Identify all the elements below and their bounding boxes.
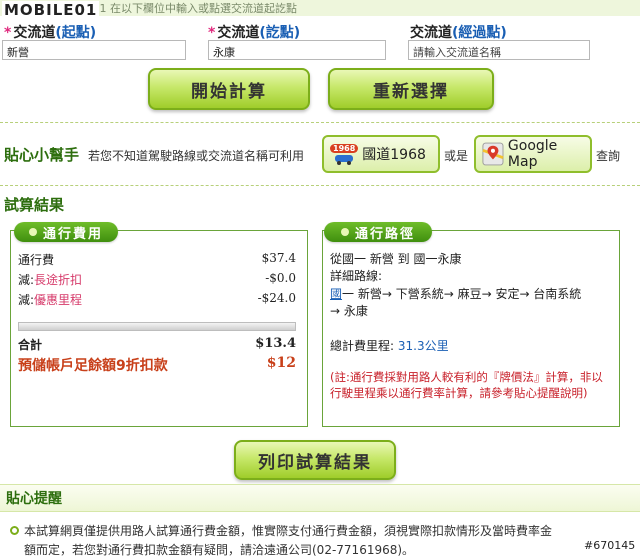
- results-title: 試算結果: [4, 196, 65, 214]
- fee-row-long-distance: 減:長途折扣: [18, 273, 83, 287]
- bullet-icon: [10, 526, 19, 535]
- helper-title: 貼心小幫手: [4, 146, 80, 164]
- guodao-1968-button[interactable]: 1968 國道1968: [322, 135, 440, 173]
- tips-title: 貼心提醒: [6, 491, 62, 507]
- tips-header-bar: [0, 484, 640, 512]
- fee-row-toll: 通行費: [18, 253, 55, 267]
- google-maps-icon: [482, 142, 504, 166]
- end-field-label: * 交流道(訖點): [208, 25, 301, 41]
- start-interchange-input[interactable]: 新營: [2, 40, 186, 60]
- route-from-to: 從國一 新營 到 國一永康: [330, 252, 462, 266]
- google-map-button[interactable]: Google Map: [474, 135, 592, 173]
- route-line-1: 國一 新營→ 下營系統→ 麻豆→ 安定→ 台南系統: [330, 287, 582, 301]
- car-badge-icon: 1968: [330, 143, 359, 165]
- mobile01-logo: MOBILE01: [2, 1, 100, 19]
- helper-query-text: 查詢: [596, 149, 621, 163]
- fee-row-free-mileage: 減:優惠里程: [18, 293, 83, 307]
- fee-row-toll-value: $37.4: [261, 251, 296, 265]
- calculate-button[interactable]: 開始計算: [148, 68, 310, 110]
- watermark-id: #670145: [584, 539, 636, 552]
- divider: [0, 185, 640, 186]
- print-result-button[interactable]: 列印試算結果: [234, 440, 396, 480]
- etc-discount-label: 預儲帳戶足餘額9折扣款: [18, 358, 168, 374]
- helper-or-text: 或是: [444, 149, 469, 163]
- etc-discount-value: $12: [266, 355, 296, 371]
- route-panel-tab: 通行路徑: [324, 222, 432, 242]
- fee-panel-tab: 通行費用: [14, 222, 118, 242]
- reset-button[interactable]: 重新選擇: [328, 68, 494, 110]
- via-interchange-input[interactable]: 請輸入交流道名稱: [408, 40, 590, 60]
- route-line-2: → 永康: [330, 304, 368, 318]
- step-instruction-text: 步驟 1 在以下欄位中輸入或點選交流道起訖點: [74, 2, 297, 15]
- guodao-1968-label: 國道1968: [362, 147, 426, 163]
- route-detail-label: 詳細路線:: [330, 269, 383, 283]
- google-map-label: Google Map: [507, 138, 558, 170]
- fee-row-free-mileage-value: -$24.0: [257, 291, 296, 305]
- via-field-label: 交流道(經過點): [410, 25, 507, 41]
- divider: [0, 122, 640, 123]
- tips-line-2: 額而定，若您對通行費扣款金額有疑問，請洽遠通公司(02-77161968)。: [24, 543, 415, 557]
- fee-separator-bar: [18, 322, 296, 331]
- fee-total-label: 合計: [18, 338, 43, 352]
- tips-line-1: 本試算網頁僅提供用路人試算通行費金額，惟實際支付通行費金額，須視實際扣款情形及當…: [24, 524, 553, 538]
- route-distance: 總計費里程: 31.3公里: [330, 339, 449, 353]
- pricing-note: (註:通行費採對用路人較有利的『牌價法』計算，非以行駛里程乘以通行費率計算，請參…: [330, 370, 603, 400]
- start-field-label: * 交流道(起點): [4, 25, 97, 41]
- fee-total-value: $13.4: [255, 336, 296, 351]
- helper-text: 若您不知道駕駛路線或交流道名稱可利用: [88, 149, 305, 163]
- fee-row-long-distance-value: -$0.0: [265, 271, 296, 285]
- end-interchange-input[interactable]: 永康: [208, 40, 386, 60]
